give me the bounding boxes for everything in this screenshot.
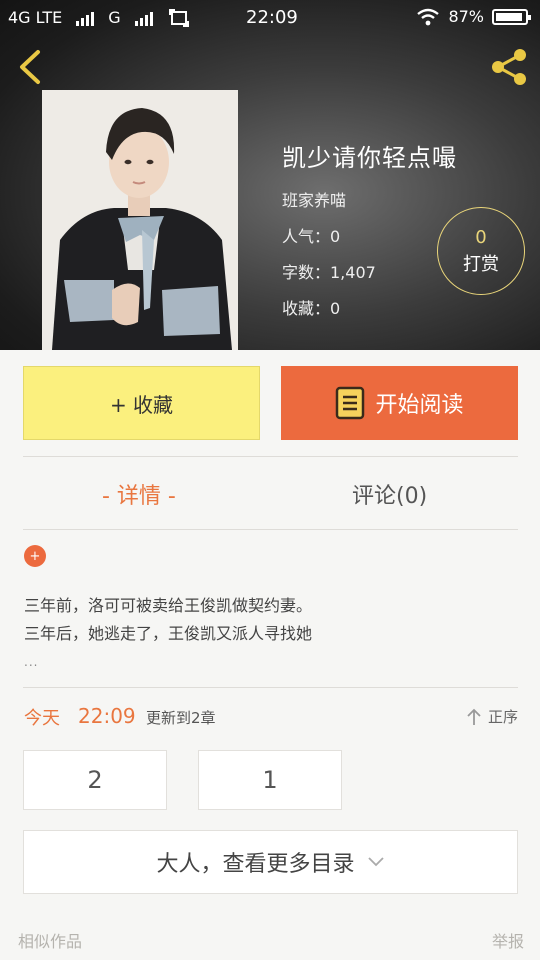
reward-count: 0: [475, 226, 487, 248]
network-type-2: G: [108, 8, 121, 27]
book-collections: 收藏：0: [282, 299, 341, 318]
expand-badge[interactable]: +: [24, 545, 46, 567]
sort-label: 正序: [487, 708, 518, 726]
screenshot-icon: [168, 8, 189, 27]
start-reading-label: 开始阅读: [375, 393, 464, 418]
share-button[interactable]: [488, 46, 530, 88]
network-indicators: 4G LTE G: [8, 8, 189, 27]
status-bar: 4G LTE G 22:09 87%: [0, 0, 540, 34]
update-info: 今天 22:09 更新到2章 正序: [24, 704, 518, 730]
chapter-item[interactable]: 2: [23, 750, 167, 810]
book-popularity: 人气：0: [282, 227, 341, 246]
description-line: 三年后，她逃走了，王俊凯又派人寻找她: [24, 624, 313, 643]
battery-icon: [492, 8, 531, 25]
clock: 22:09: [246, 7, 298, 28]
tab-detail[interactable]: - 详情 -: [102, 478, 176, 510]
book-detail-page: 4G LTE G 22:09 87% 凯少请你轻点嘬 班家养喵 人气：0 字数：…: [0, 0, 540, 960]
arrow-up-icon: [467, 708, 481, 725]
report-button[interactable]: 举报: [492, 928, 524, 952]
back-button[interactable]: [14, 48, 46, 86]
book-cover-image: [42, 90, 238, 350]
description-more[interactable]: ...: [24, 648, 312, 676]
update-text: 更新到2章: [146, 709, 216, 727]
signal-icon: [76, 10, 95, 26]
description-line: 三年前，洛可可被卖给王俊凯做契约妻。: [24, 596, 313, 615]
more-catalog-label: 大人，查看更多目录: [156, 852, 355, 877]
book-word-count: 字数：1,407: [282, 263, 376, 282]
status-right: 87%: [416, 7, 531, 26]
reward-button[interactable]: 0 打赏: [437, 207, 525, 295]
chapter-item[interactable]: 1: [198, 750, 342, 810]
update-time: 22:09: [78, 704, 136, 728]
update-day: 今天: [24, 708, 60, 729]
similar-works-label: 相似作品: [18, 932, 83, 951]
tab-comment[interactable]: 评论(0): [352, 478, 427, 510]
wifi-icon: [417, 8, 440, 25]
book-description: 三年前，洛可可被卖给王俊凯做契约妻。 三年后，她逃走了，王俊凯又派人寻找她 ..…: [24, 592, 312, 676]
signal-icon-2: [134, 10, 153, 26]
divider: [23, 456, 518, 457]
more-catalog-button[interactable]: 大人，查看更多目录: [23, 830, 518, 894]
book-title: 凯少请你轻点嘬: [282, 144, 457, 172]
cover-portrait-illustration: [42, 90, 238, 350]
book-info: 凯少请你轻点嘬 班家养喵 人气：0 字数：1,407 收藏：0: [282, 138, 457, 331]
reward-label: 打赏: [463, 253, 499, 275]
book-header: 4G LTE G 22:09 87% 凯少请你轻点嘬 班家养喵 人气：0 字数：…: [0, 0, 540, 350]
chevron-down-icon: [367, 857, 384, 867]
sort-button[interactable]: 正序: [466, 706, 518, 727]
network-type-1: 4G LTE: [8, 8, 63, 27]
book-author: 班家养喵: [282, 191, 347, 210]
divider: [23, 529, 518, 530]
book-icon: [336, 386, 365, 420]
divider: [23, 687, 518, 688]
start-reading-button[interactable]: 开始阅读: [281, 366, 518, 440]
collect-button[interactable]: + 收藏: [23, 366, 260, 440]
battery-percent: 87%: [448, 7, 484, 26]
